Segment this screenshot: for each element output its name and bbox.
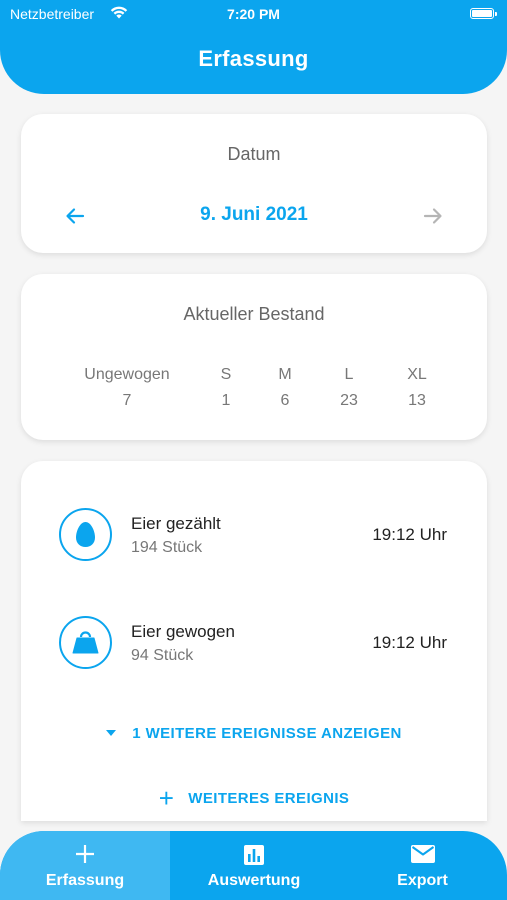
nav-tab-label: Auswertung bbox=[207, 872, 301, 889]
event-item-weighed[interactable]: Eier gewogen 94 Stück 19:12 Uhr bbox=[21, 612, 487, 674]
event-icon-circle bbox=[59, 508, 112, 561]
mail-icon bbox=[410, 845, 435, 863]
stock-column-m: M 6 bbox=[278, 366, 291, 410]
stock-column-xl: XL 13 bbox=[407, 366, 427, 410]
event-title: Eier gezählt bbox=[131, 514, 221, 533]
add-event-label: WEITERES EREIGNIS bbox=[188, 790, 350, 807]
events-card: Eier gezählt 194 Stück 19:12 Uhr Eier ge… bbox=[21, 461, 487, 821]
event-icon-circle bbox=[59, 616, 112, 669]
stock-value: 13 bbox=[408, 392, 426, 409]
event-time: 19:12 Uhr bbox=[372, 525, 447, 544]
stock-card-title: Aktueller Bestand bbox=[183, 304, 325, 324]
event-count: 194 Stück bbox=[131, 539, 203, 556]
app-header: Netzbetreiber 7:20 PM Erfassung bbox=[0, 0, 507, 94]
stock-label: S bbox=[220, 366, 232, 383]
caret-down-icon bbox=[106, 730, 117, 736]
show-more-events-button[interactable]: 1 WEITERE EREIGNISSE ANZEIGEN bbox=[21, 725, 487, 742]
stock-label: Ungewogen bbox=[84, 366, 170, 383]
nav-tab-erfassung[interactable]: Erfassung bbox=[0, 831, 170, 900]
plus-icon: + bbox=[158, 783, 175, 813]
plus-icon bbox=[76, 845, 94, 863]
status-bar: Netzbetreiber 7:20 PM bbox=[0, 0, 507, 28]
date-card-title: Datum bbox=[227, 144, 281, 164]
nav-tab-export[interactable]: Export bbox=[338, 831, 507, 900]
stock-column-s: S 1 bbox=[221, 366, 232, 410]
nav-tab-label: Erfassung bbox=[45, 872, 125, 889]
egg-icon bbox=[76, 522, 95, 547]
battery-icon bbox=[470, 8, 497, 19]
bar-chart-icon bbox=[244, 845, 264, 865]
stock-value: 1 bbox=[221, 392, 231, 409]
event-time: 19:12 Uhr bbox=[372, 633, 447, 652]
stock-label: M bbox=[278, 366, 292, 383]
arrow-right-icon[interactable] bbox=[422, 205, 444, 227]
stock-column-ungewogen: Ungewogen 7 bbox=[84, 366, 169, 410]
status-time: 7:20 PM bbox=[227, 6, 280, 22]
event-item-counted[interactable]: Eier gezählt 194 Stück 19:12 Uhr bbox=[21, 504, 487, 566]
stock-value: 23 bbox=[340, 392, 358, 409]
bottom-navigation: Erfassung Auswertung Export bbox=[0, 831, 507, 900]
selected-date[interactable]: 9. Juni 2021 bbox=[21, 204, 487, 226]
scale-icon bbox=[72, 631, 99, 654]
stock-label: L bbox=[344, 366, 354, 383]
nav-tab-auswertung[interactable]: Auswertung bbox=[170, 831, 338, 900]
date-card: Datum 9. Juni 2021 bbox=[21, 114, 487, 253]
stock-label: XL bbox=[407, 366, 427, 383]
stock-value: 7 bbox=[122, 392, 132, 409]
event-count: 94 Stück bbox=[131, 647, 194, 664]
stock-column-l: L 23 bbox=[340, 366, 358, 410]
event-title: Eier gewogen bbox=[131, 622, 235, 641]
nav-tab-label: Export bbox=[397, 872, 448, 889]
page-title: Erfassung bbox=[198, 46, 309, 71]
stock-card: Aktueller Bestand Ungewogen 7 S 1 M 6 L … bbox=[21, 274, 487, 440]
date-selector: 9. Juni 2021 bbox=[21, 202, 487, 232]
stock-value: 6 bbox=[280, 392, 290, 409]
add-event-button[interactable]: + WEITERES EREIGNIS bbox=[21, 783, 487, 814]
show-more-events-label: 1 WEITERE EREIGNISSE ANZEIGEN bbox=[132, 725, 402, 742]
